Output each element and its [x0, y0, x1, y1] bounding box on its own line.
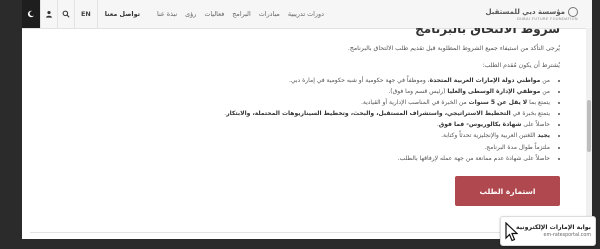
intro-text: يُرجى التأكد من استيفاء جميع الشروط المط… [347, 45, 560, 52]
contact-us-link[interactable]: تواصل معنا [98, 0, 147, 28]
watermark-badge: بوابة الإمارات الإلكترونية em-ratesporta… [500, 216, 596, 246]
user-icon[interactable] [41, 0, 58, 28]
list-item: من موظفي الإدارة الوسطى والعليا (رئيس قس… [224, 86, 550, 97]
list-item: يتمتع بخبرة في التخطيط الاستراتيجي، واست… [224, 108, 550, 119]
search-icon[interactable] [58, 0, 75, 28]
nav-link-initiatives[interactable]: مبادرات [255, 10, 284, 18]
screen-frame-left [0, 0, 22, 249]
watermark-arabic: بوابة الإمارات الإلكترونية [516, 224, 591, 231]
list-item: يتمتع بما لا يقل عن 5 سنوات من الخبرة في… [224, 97, 550, 108]
list-item: من مواطني دولة الإمارات العربية المتحدة،… [224, 75, 550, 86]
top-navbar: EN تواصل معنا دورات تدريبية مبادرات البر… [22, 0, 592, 29]
nav-link-insights[interactable]: رؤى [181, 10, 200, 18]
requirements-list: من مواطني دولة الإمارات العربية المتحدة،… [224, 75, 560, 164]
list-item: حاصلاً على شهادة عدم ممانعة من جهة عمله … [224, 153, 550, 164]
watermark-english: em-ratesportal.com [543, 233, 591, 238]
nav-link-events[interactable]: فعاليات [200, 10, 228, 18]
language-switch[interactable]: EN [75, 0, 98, 28]
list-item: حاصلاً على شهادة بكالوريوس- فما فوق. [224, 119, 550, 130]
application-form-button[interactable]: استمارة الطلب [455, 176, 560, 206]
site-logo[interactable]: مؤسسة دبي للمستقبل DUBAI FUTURE FOUNDATI… [485, 6, 578, 22]
logo-text-arabic: مؤسسة دبي للمستقبل [485, 7, 565, 16]
scrollbar-thumb[interactable] [587, 100, 591, 152]
nav-link-programs[interactable]: البرامج [228, 10, 255, 18]
main-menu: دورات تدريبية مبادرات البرامج فعاليات رؤ… [153, 10, 328, 18]
screen-frame-right [592, 0, 600, 249]
list-item: يجيد اللغتين العربية والإنجليزية تحدثاً … [224, 130, 550, 141]
watermark-text: بوابة الإمارات الإلكترونية em-ratesporta… [516, 223, 591, 239]
cursor-icon [505, 222, 519, 242]
logo-mark-icon [568, 6, 578, 17]
conditions-title: يُشترط أن يكون مُقدم الطلب: [482, 62, 560, 69]
logo-text-english: DUBAI FUTURE FOUNDATION [516, 16, 578, 21]
nav-link-courses[interactable]: دورات تدريبية [284, 10, 328, 18]
list-item: ملتزماً طوال مدة البرنامج. [224, 142, 550, 153]
nav-link-about[interactable]: نبذة عنا [153, 10, 181, 18]
moon-icon[interactable] [22, 0, 41, 28]
